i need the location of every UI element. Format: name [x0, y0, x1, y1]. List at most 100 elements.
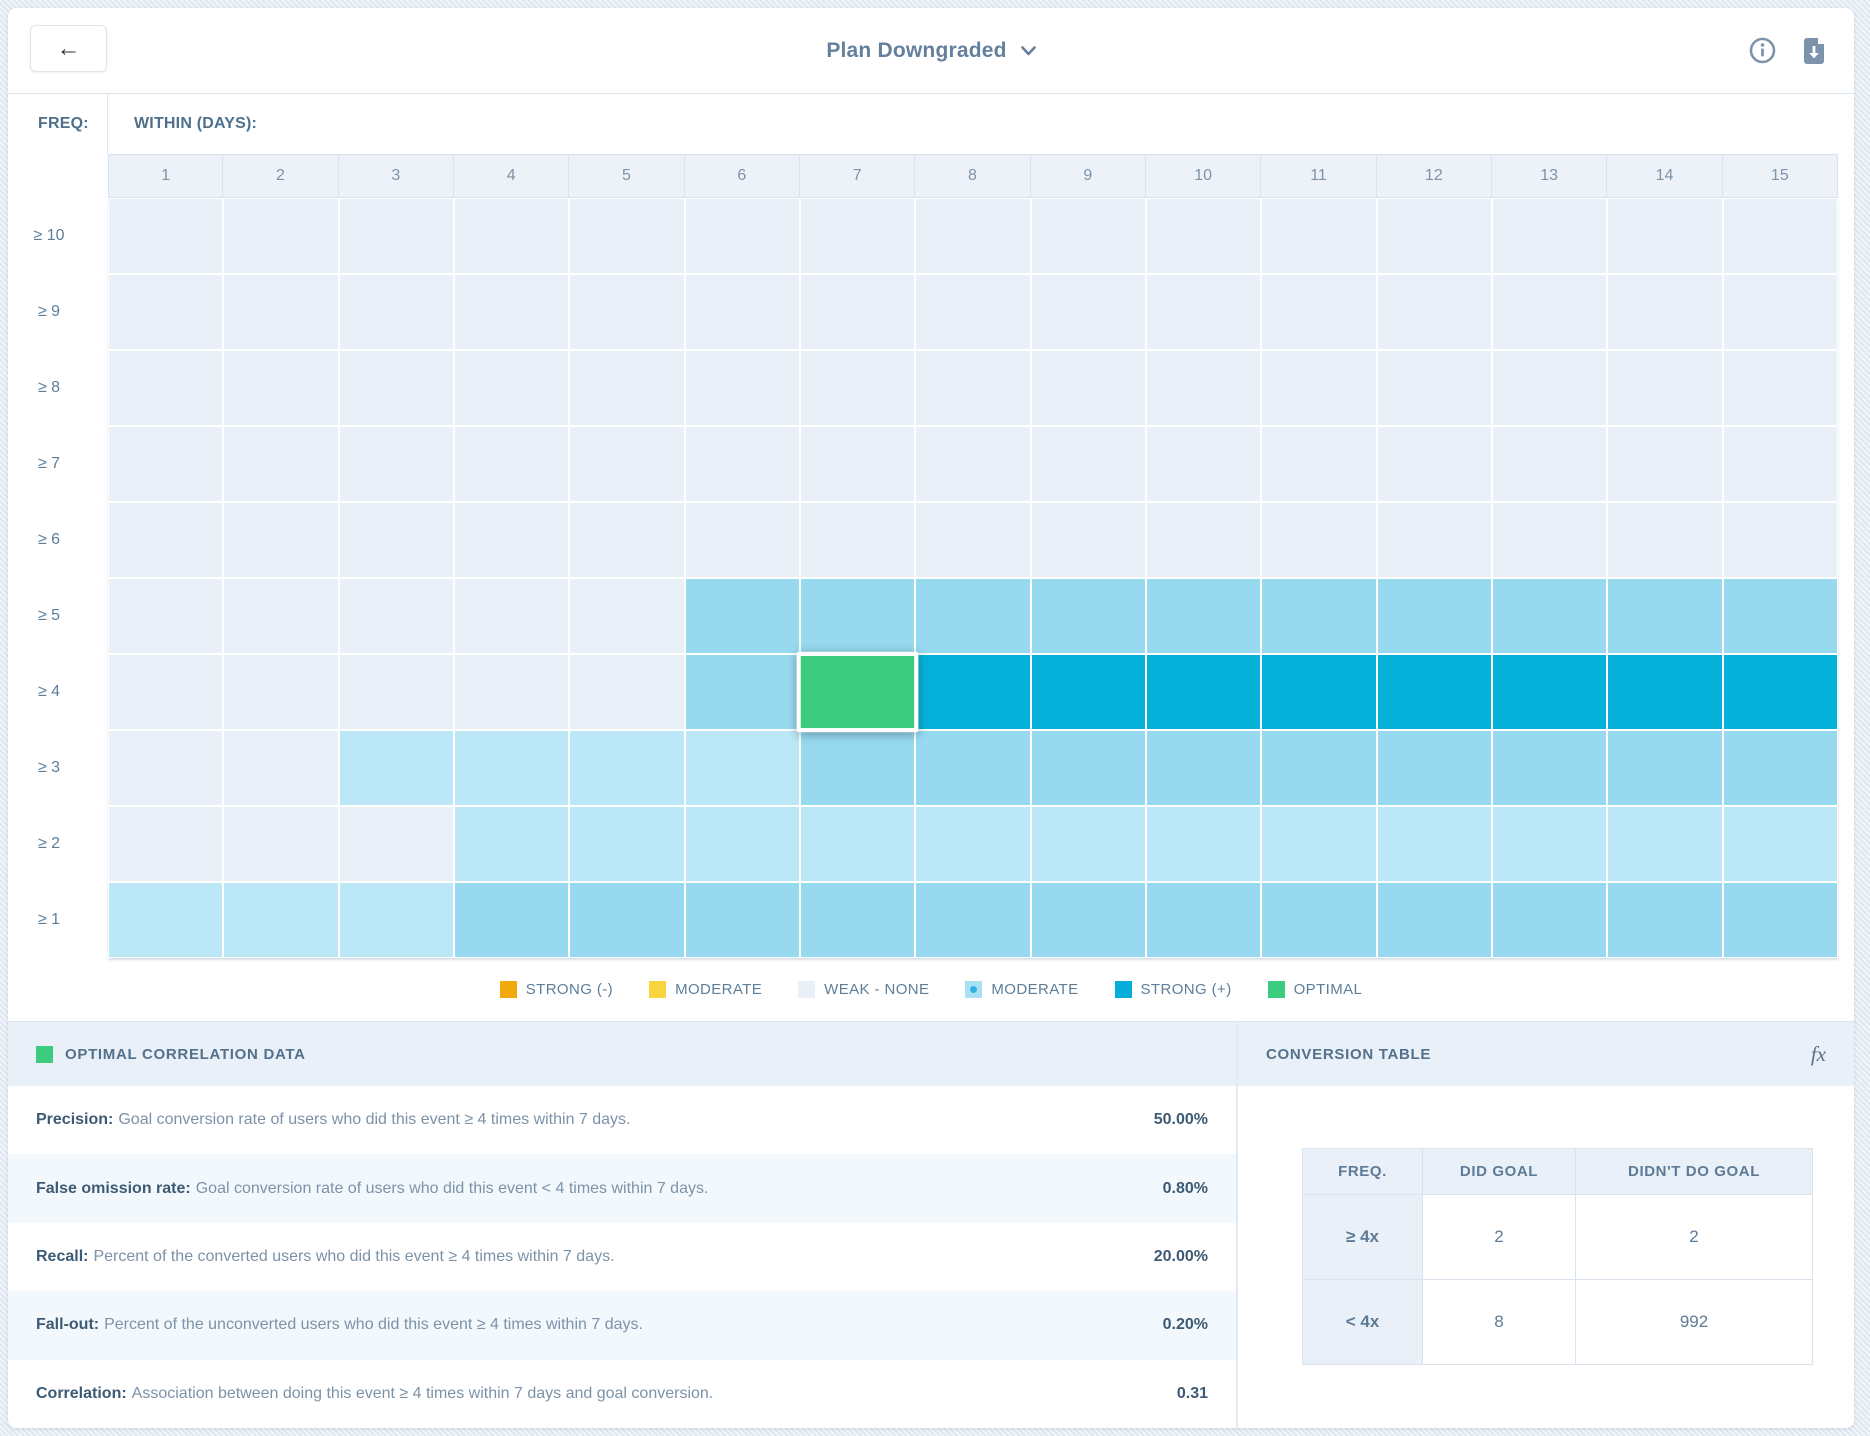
heatmap-cell-r8-d7[interactable]	[800, 730, 915, 806]
heatmap-cell-r2-d3[interactable]	[339, 274, 454, 350]
heatmap-cell-r7-d6[interactable]	[685, 654, 800, 730]
heatmap-cell-r9-d7[interactable]	[800, 806, 915, 882]
heatmap-cell-r3-d2[interactable]	[223, 350, 338, 426]
heatmap-cell-r8-d12[interactable]	[1377, 730, 1492, 806]
heatmap-cell-r6-d7[interactable]	[800, 578, 915, 654]
heatmap-cell-r10-d8[interactable]	[915, 882, 1030, 958]
heatmap-cell-r3-d1[interactable]	[108, 350, 223, 426]
optimal-cell[interactable]	[797, 652, 919, 733]
heatmap-cell-r4-d13[interactable]	[1492, 426, 1607, 502]
heatmap-cell-r7-d2[interactable]	[223, 654, 338, 730]
heatmap-cell-r7-d9[interactable]	[1031, 654, 1146, 730]
heatmap-cell-r9-d13[interactable]	[1492, 806, 1607, 882]
heatmap-cell-r10-d6[interactable]	[685, 882, 800, 958]
heatmap-cell-r9-d9[interactable]	[1031, 806, 1146, 882]
heatmap-cell-r6-d11[interactable]	[1261, 578, 1376, 654]
heatmap-cell-r5-d8[interactable]	[915, 502, 1030, 578]
heatmap-cell-r7-d3[interactable]	[339, 654, 454, 730]
info-icon[interactable]	[1748, 37, 1776, 65]
heatmap-cell-r4-d4[interactable]	[454, 426, 569, 502]
heatmap-cell-r9-d6[interactable]	[685, 806, 800, 882]
heatmap-cell-r8-d15[interactable]	[1723, 730, 1838, 806]
heatmap-cell-r9-d2[interactable]	[223, 806, 338, 882]
heatmap-cell-r3-d8[interactable]	[915, 350, 1030, 426]
heatmap-cell-r4-d5[interactable]	[569, 426, 684, 502]
heatmap-cell-r2-d5[interactable]	[569, 274, 684, 350]
heatmap-cell-r7-d4[interactable]	[454, 654, 569, 730]
heatmap-cell-r5-d9[interactable]	[1031, 502, 1146, 578]
heatmap-cell-r8-d13[interactable]	[1492, 730, 1607, 806]
heatmap-cell-r7-d12[interactable]	[1377, 654, 1492, 730]
heatmap-cell-r6-d2[interactable]	[223, 578, 338, 654]
heatmap-cell-r9-d3[interactable]	[339, 806, 454, 882]
heatmap-cell-r3-d7[interactable]	[800, 350, 915, 426]
heatmap-cell-r3-d13[interactable]	[1492, 350, 1607, 426]
heatmap-cell-r3-d9[interactable]	[1031, 350, 1146, 426]
heatmap-cell-r1-d4[interactable]	[454, 198, 569, 274]
heatmap-cell-r1-d2[interactable]	[223, 198, 338, 274]
heatmap-cell-r1-d14[interactable]	[1607, 198, 1722, 274]
heatmap-cell-r10-d11[interactable]	[1261, 882, 1376, 958]
heatmap-cell-r6-d3[interactable]	[339, 578, 454, 654]
heatmap-cell-r9-d1[interactable]	[108, 806, 223, 882]
heatmap-cell-r1-d10[interactable]	[1146, 198, 1261, 274]
heatmap-cell-r3-d11[interactable]	[1261, 350, 1376, 426]
heatmap-cell-r2-d10[interactable]	[1146, 274, 1261, 350]
heatmap-cell-r5-d14[interactable]	[1607, 502, 1722, 578]
heatmap-cell-r5-d3[interactable]	[339, 502, 454, 578]
heatmap-cell-r8-d5[interactable]	[569, 730, 684, 806]
heatmap-cell-r6-d4[interactable]	[454, 578, 569, 654]
heatmap-cell-r5-d1[interactable]	[108, 502, 223, 578]
heatmap-cell-r9-d10[interactable]	[1146, 806, 1261, 882]
heatmap-cell-r4-d14[interactable]	[1607, 426, 1722, 502]
heatmap-cell-r8-d3[interactable]	[339, 730, 454, 806]
heatmap-cell-r3-d4[interactable]	[454, 350, 569, 426]
heatmap-cell-r8-d4[interactable]	[454, 730, 569, 806]
heatmap-cell-r10-d10[interactable]	[1146, 882, 1261, 958]
heatmap-cell-r1-d9[interactable]	[1031, 198, 1146, 274]
heatmap-cell-r7-d5[interactable]	[569, 654, 684, 730]
event-selector[interactable]: Plan Downgraded	[826, 39, 1035, 63]
heatmap-cell-r6-d5[interactable]	[569, 578, 684, 654]
heatmap-cell-r2-d4[interactable]	[454, 274, 569, 350]
heatmap-cell-r10-d14[interactable]	[1607, 882, 1722, 958]
heatmap-cell-r2-d9[interactable]	[1031, 274, 1146, 350]
heatmap-cell-r4-d9[interactable]	[1031, 426, 1146, 502]
heatmap-cell-r8-d1[interactable]	[108, 730, 223, 806]
heatmap-cell-r2-d13[interactable]	[1492, 274, 1607, 350]
heatmap-cell-r8-d9[interactable]	[1031, 730, 1146, 806]
heatmap-cell-r6-d12[interactable]	[1377, 578, 1492, 654]
heatmap-cell-r4-d11[interactable]	[1261, 426, 1376, 502]
heatmap-cell-r1-d8[interactable]	[915, 198, 1030, 274]
heatmap-cell-r4-d7[interactable]	[800, 426, 915, 502]
heatmap-cell-r4-d2[interactable]	[223, 426, 338, 502]
heatmap-cell-r1-d3[interactable]	[339, 198, 454, 274]
heatmap-cell-r2-d8[interactable]	[915, 274, 1030, 350]
heatmap-cell-r8-d6[interactable]	[685, 730, 800, 806]
heatmap-cell-r2-d6[interactable]	[685, 274, 800, 350]
heatmap-cell-r6-d14[interactable]	[1607, 578, 1722, 654]
heatmap-cell-r8-d8[interactable]	[915, 730, 1030, 806]
heatmap-cell-r4-d10[interactable]	[1146, 426, 1261, 502]
heatmap-cell-r6-d13[interactable]	[1492, 578, 1607, 654]
download-report-icon[interactable]	[1800, 37, 1828, 65]
heatmap-cell-r6-d6[interactable]	[685, 578, 800, 654]
heatmap-cell-r9-d12[interactable]	[1377, 806, 1492, 882]
heatmap-cell-r1-d6[interactable]	[685, 198, 800, 274]
heatmap-cell-r7-d15[interactable]	[1723, 654, 1838, 730]
heatmap-cell-r3-d15[interactable]	[1723, 350, 1838, 426]
heatmap-cell-r2-d2[interactable]	[223, 274, 338, 350]
heatmap-cell-r7-d13[interactable]	[1492, 654, 1607, 730]
heatmap-cell-r10-d13[interactable]	[1492, 882, 1607, 958]
heatmap-cell-r10-d4[interactable]	[454, 882, 569, 958]
heatmap-cell-r10-d3[interactable]	[339, 882, 454, 958]
heatmap-cell-r3-d3[interactable]	[339, 350, 454, 426]
heatmap-cell-r1-d1[interactable]	[108, 198, 223, 274]
heatmap-cell-r3-d12[interactable]	[1377, 350, 1492, 426]
heatmap-cell-r3-d5[interactable]	[569, 350, 684, 426]
heatmap-cell-r4-d1[interactable]	[108, 426, 223, 502]
heatmap-cell-r2-d1[interactable]	[108, 274, 223, 350]
heatmap-cell-r6-d9[interactable]	[1031, 578, 1146, 654]
formula-icon[interactable]: fx	[1811, 1042, 1826, 1067]
heatmap-cell-r9-d5[interactable]	[569, 806, 684, 882]
